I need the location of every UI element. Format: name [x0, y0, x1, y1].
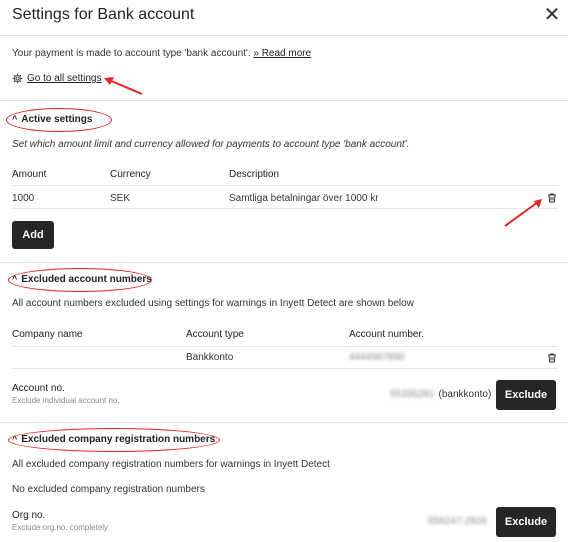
intro-line: Your payment is made to account type 'ba…	[12, 48, 311, 59]
cell-currency: SEK	[110, 193, 131, 204]
annotation-arrow-settings	[104, 77, 143, 95]
active-settings-description: Set which amount limit and currency allo…	[12, 139, 410, 150]
excluded-accounts-toggle[interactable]: ^ Excluded account numbers	[12, 273, 152, 286]
all-settings-link[interactable]: Go to all settings	[12, 73, 101, 84]
account-no-hint: Exclude individual account no.	[12, 396, 120, 405]
add-button[interactable]: Add	[12, 221, 54, 249]
cell-amount: 1000	[12, 193, 35, 204]
excluded-orgs-toggle[interactable]: ^ Excluded company registration numbers	[12, 433, 216, 446]
read-more-link[interactable]: » Read more	[253, 48, 311, 59]
cell-account-type: Bankkonto	[186, 352, 234, 363]
excluded-orgs-heading: Excluded company registration numbers	[21, 434, 216, 445]
cell-description: Samtliga betalningar över 1000 kr	[229, 193, 379, 204]
active-settings-heading: Active settings	[21, 114, 93, 125]
chevron-up-icon: ^	[12, 433, 18, 444]
account-no-value: 55335281	[390, 389, 435, 400]
trash-icon[interactable]	[546, 192, 558, 204]
chevron-up-icon: ^	[12, 273, 18, 284]
chevron-up-icon: ^	[12, 113, 18, 124]
divider	[0, 100, 568, 101]
column-company-name: Company name	[12, 329, 83, 340]
intro-text: Your payment is made to account type 'ba…	[12, 48, 251, 59]
exclude-account-button[interactable]: Exclude	[496, 380, 556, 410]
org-no-label: Org no.	[12, 510, 46, 521]
dialog-header: Settings for Bank account ✕	[0, 0, 568, 36]
account-no-suffix: (bankkonto)	[438, 389, 492, 400]
excluded-orgs-description: All excluded company registration number…	[12, 459, 330, 470]
column-account-type: Account type	[186, 329, 244, 340]
column-currency: Currency	[110, 169, 151, 180]
active-settings-toggle[interactable]: ^ Active settings	[12, 113, 93, 126]
gear-icon	[12, 73, 23, 84]
row-divider	[12, 346, 558, 347]
dialog-title: Settings for Bank account	[12, 6, 195, 23]
all-settings-label: Go to all settings	[27, 73, 102, 84]
exclude-org-button[interactable]: Exclude	[496, 507, 556, 537]
account-no-field[interactable]: 55335281 (bankkonto)	[390, 389, 491, 400]
excluded-accounts-heading: Excluded account numbers	[21, 274, 152, 285]
excluded-orgs-empty: No excluded company registration numbers	[12, 484, 205, 495]
row-divider	[12, 368, 558, 369]
org-no-value[interactable]: 556247-2926	[428, 516, 487, 527]
trash-icon[interactable]	[546, 352, 558, 364]
account-no-label: Account no.	[12, 383, 65, 394]
excluded-accounts-description: All account numbers excluded using setti…	[12, 298, 414, 309]
column-account-number: Account number.	[349, 329, 425, 340]
close-icon[interactable]: ✕	[540, 3, 564, 27]
column-description: Description	[229, 169, 280, 180]
cell-account-number: 4444567890	[349, 352, 405, 363]
column-amount: Amount	[12, 169, 47, 180]
divider	[0, 262, 568, 263]
row-divider	[12, 208, 558, 209]
annotation-arrow-trash	[504, 199, 542, 227]
org-no-hint: Exclude org.no. completely	[12, 523, 109, 532]
divider	[0, 422, 568, 423]
row-divider	[12, 185, 558, 186]
